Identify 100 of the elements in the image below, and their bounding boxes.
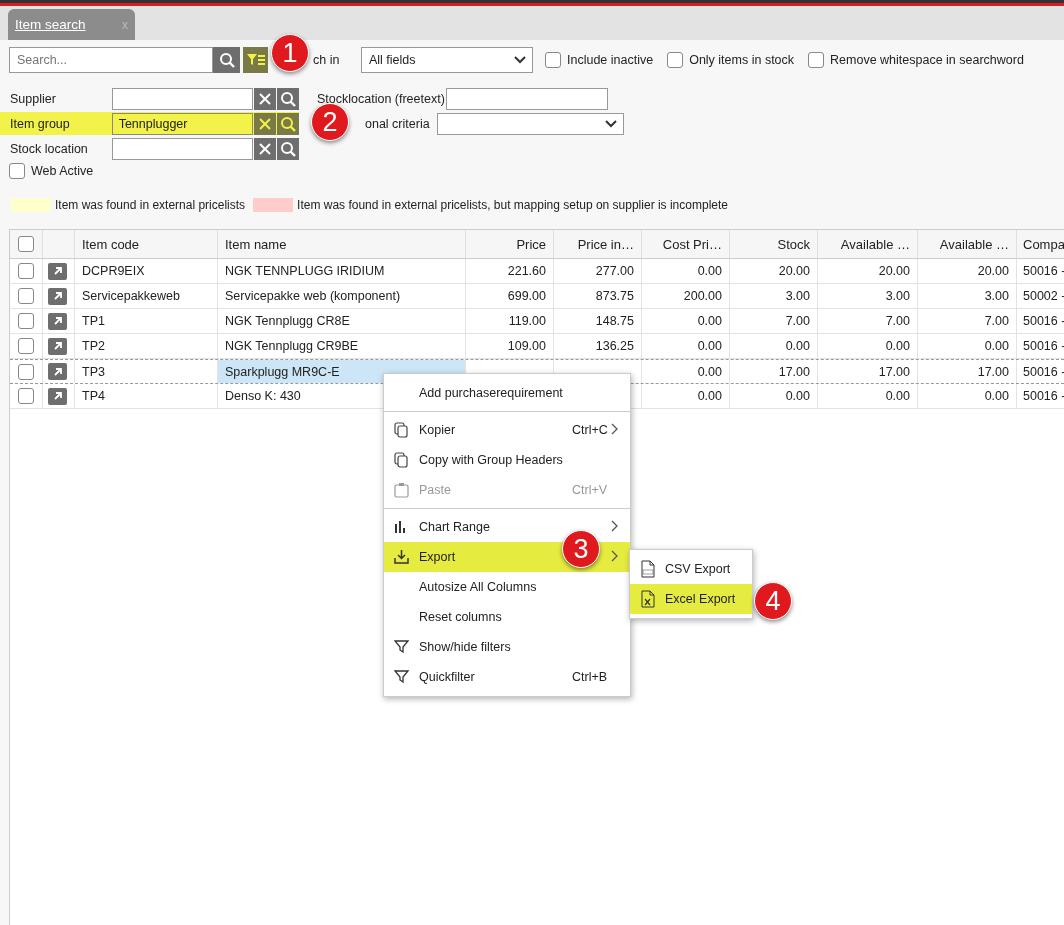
callout-badge: 1 [271,34,309,72]
table-cell-text: 50016 - [1022,363,1064,381]
table-cell: 0.00 [818,384,918,408]
table-cell: DCPR9EIX [75,259,218,283]
chevron-down-icon [604,119,617,128]
clear-button[interactable] [254,87,277,110]
menu-item[interactable]: CSV Export [630,554,752,584]
column-header[interactable]: Stock [730,230,818,258]
checkbox-label: Remove whitespace in searchword [830,53,1024,67]
field-label: Stock location [10,141,89,156]
clipboard-icon [394,482,410,498]
filter-button[interactable] [243,47,268,73]
menu-item[interactable]: Autosize All Columns [384,572,630,602]
table-cell: 148.75 [554,309,642,333]
lookup-button[interactable] [277,137,299,160]
checkbox[interactable] [9,163,25,179]
clear-button[interactable] [254,112,277,135]
table-cell-text: 50016 - [1022,313,1064,330]
search-icon [280,140,297,157]
column-header[interactable]: Available … [918,230,1017,258]
search-in-dropdown[interactable]: All fields [361,47,533,73]
filter-icon [394,669,410,685]
column-header[interactable]: Price [466,230,554,258]
field-label: Item group [10,116,71,131]
filter-list-icon [246,53,265,67]
open-item-button[interactable] [48,262,67,280]
open-item-button[interactable] [48,287,67,305]
table-cell: 17.00 [818,360,918,383]
checkbox[interactable] [18,288,34,304]
table-cell: TP4 [75,384,218,408]
dropdown[interactable] [436,112,624,135]
lookup-button[interactable] [277,112,299,135]
field-label: ch in [313,53,341,67]
menu-item[interactable]: Kopier Ctrl+C [384,415,630,445]
column-header[interactable]: Compa [1017,230,1064,258]
table-cell: 0.00 [918,384,1017,408]
table-cell: Servicepakkeweb [75,284,218,308]
table-cell: 7.00 [730,309,818,333]
table-cell: 0.00 [642,309,730,333]
table-cell: 0.00 [642,259,730,283]
open-item-button[interactable] [48,363,67,380]
table-cell: 7.00 [918,309,1017,333]
callout-badge: 2 [311,103,349,141]
checkbox[interactable] [18,338,34,354]
checkbox[interactable] [18,263,34,279]
download-icon [394,549,410,565]
table-cell: 3.00 [818,284,918,308]
menu-item[interactable]: Quickfilter Ctrl+B [384,662,630,692]
input-field[interactable] [445,87,608,110]
table-cell: TP2 [75,334,218,358]
arrow-up-right-icon [52,266,63,276]
table-cell: 136.25 [554,334,642,358]
column-header[interactable]: Cost Pri… [642,230,730,258]
column-header[interactable]: Available … [818,230,918,258]
arrow-up-right-icon [52,366,63,377]
search-button[interactable] [213,47,240,73]
search-field[interactable]: Search... [9,47,213,73]
checkbox[interactable] [545,52,561,68]
table-cell-text: 50016 - [1022,388,1064,405]
table-cell-text: 50016 - [1022,338,1064,355]
close-icon [258,91,273,106]
lookup-button[interactable] [277,87,299,110]
table-cell: 17.00 [730,360,818,383]
checkbox[interactable] [18,363,34,380]
excel-file-icon [640,590,656,608]
column-header[interactable]: Item name [218,230,466,258]
table-cell: 0.00 [730,334,818,358]
checkbox[interactable] [667,52,684,68]
clear-button[interactable] [254,137,277,160]
input-field[interactable] [111,87,254,110]
csv-file-icon [640,560,656,578]
table-cell: 119.00 [466,309,554,333]
open-item-button[interactable] [48,312,67,330]
table-cell: 3.00 [918,284,1017,308]
filter-icon [394,639,410,655]
menu-item[interactable]: Excel Export [630,584,752,614]
open-item-button[interactable] [48,337,67,355]
legend-label: Item was found in external pricelists [55,198,246,212]
input-field[interactable]: Tennplugger [111,112,254,135]
search-icon [218,52,235,68]
table-cell: 3.00 [730,284,818,308]
checkbox-label: Only items in stock [689,53,795,67]
table-cell-text: 50016 - [1022,263,1064,280]
column-header[interactable]: Price in… [554,230,642,258]
table-cell: Servicepakke web (komponent) [218,284,466,308]
input-field[interactable] [111,137,254,160]
checkbox[interactable] [18,236,34,252]
checkbox[interactable] [808,52,825,68]
table-cell: 221.60 [466,259,554,283]
table-cell: 873.75 [554,284,642,308]
checkbox[interactable] [18,388,34,404]
open-item-button[interactable] [48,387,67,405]
menu-item[interactable]: Copy with Group Headers [384,445,630,475]
checkbox[interactable] [18,313,34,329]
legend-label: Item was found in external pricelists, but mapping setup on supplier is incomplete [297,198,728,212]
table-cell: 17.00 [918,360,1017,383]
column-header[interactable]: Item code [75,230,218,258]
menu-item[interactable]: Reset columns [384,602,630,632]
menu-item[interactable]: Show/hide filters [384,632,630,662]
table-cell: NGK Tennplugg CR9BE [218,334,466,358]
